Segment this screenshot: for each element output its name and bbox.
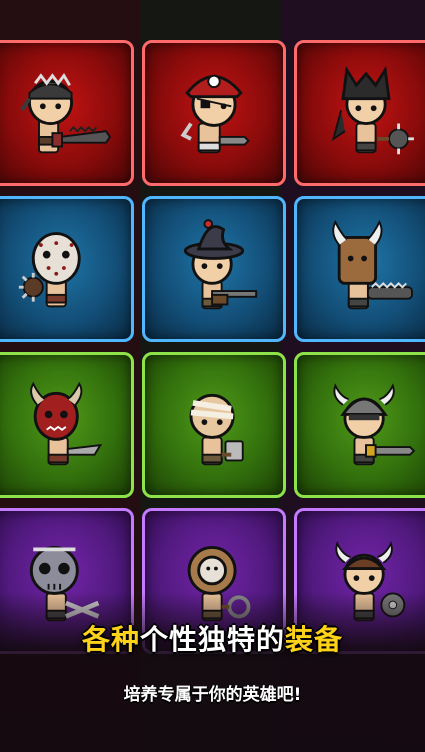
hero-card-bandaged[interactable]	[142, 352, 286, 498]
bandaged-hero-icon	[189, 393, 244, 466]
hero-card-bag-head[interactable]	[294, 196, 425, 342]
demon-mask-hero-icon	[30, 381, 103, 466]
subtitle: 培养专属于你的英雄吧!	[123, 685, 302, 705]
headline-part3: 装备	[285, 623, 344, 656]
bandana-hero-icon	[20, 73, 112, 154]
hero-card-witch-hat[interactable]	[142, 196, 286, 342]
headline: 各种个性独特的装备	[0, 618, 425, 658]
hero-card-pirate[interactable]	[142, 40, 286, 186]
hero-card-viking[interactable]	[294, 352, 425, 498]
hero-card-demon-mask[interactable]	[0, 352, 134, 498]
witch-hat-hero-icon	[183, 219, 258, 310]
bottom-shade	[0, 592, 425, 752]
wolf-hero-icon	[331, 65, 414, 155]
hero-card-wolf[interactable]	[294, 40, 425, 186]
pirate-hero-icon	[180, 74, 250, 154]
hero-card-hockey-mask[interactable]	[0, 196, 134, 342]
headline-part2: 个性独特的	[139, 623, 285, 656]
viking-hero-icon	[333, 383, 416, 466]
hero-grid	[0, 40, 425, 654]
headline-part1: 各种	[81, 623, 140, 656]
bag-head-hero-icon	[332, 219, 413, 310]
hockey-mask-hero-icon	[18, 232, 81, 308]
hero-card-bandana[interactable]	[0, 40, 134, 186]
